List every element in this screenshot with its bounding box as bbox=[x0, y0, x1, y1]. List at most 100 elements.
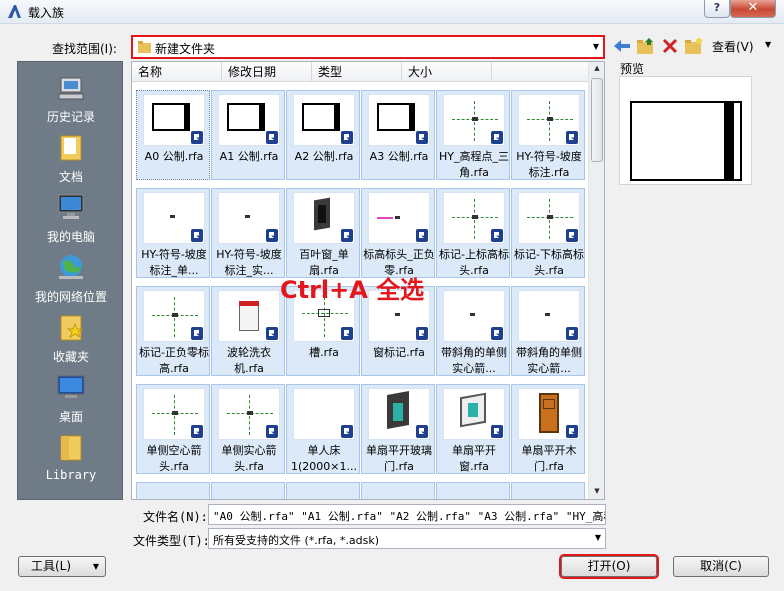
file-name: 带斜角的单侧实心箭... bbox=[516, 346, 582, 375]
chevron-down-icon: ▼ bbox=[594, 533, 601, 542]
file-item[interactable]: 单扇平开玻璃门.rfa bbox=[361, 384, 435, 474]
file-thumbnail bbox=[218, 290, 280, 342]
revit-family-icon bbox=[341, 131, 353, 144]
file-name: A1 公制.rfa bbox=[219, 150, 279, 163]
favorites-folder-icon bbox=[60, 315, 84, 341]
revit-family-icon bbox=[416, 327, 428, 340]
file-item[interactable]: 标记-上标高标头.rfa bbox=[436, 188, 510, 278]
file-item[interactable]: 带斜角的单侧实心箭... bbox=[436, 286, 510, 376]
file-item[interactable]: HY_高程点_三角.rfa bbox=[436, 90, 510, 180]
file-thumbnail bbox=[368, 192, 430, 244]
revit-family-icon bbox=[191, 229, 203, 242]
desktop-icon bbox=[57, 375, 85, 398]
open-button[interactable]: 打开(O) bbox=[559, 554, 659, 579]
file-thumbnail bbox=[518, 388, 580, 440]
file-item[interactable]: 单人床1(2000×1... bbox=[286, 384, 360, 474]
vertical-scrollbar[interactable]: ▲ ▼ bbox=[588, 62, 604, 499]
file-item[interactable]: A0 公制.rfa bbox=[136, 90, 210, 180]
file-item[interactable] bbox=[286, 482, 360, 499]
file-item[interactable]: 单侧实心箭头.rfa bbox=[211, 384, 285, 474]
file-item[interactable]: A2 公制.rfa bbox=[286, 90, 360, 180]
file-item[interactable]: 单扇平开木门.rfa bbox=[511, 384, 585, 474]
revit-family-icon bbox=[266, 131, 278, 144]
chevron-down-icon[interactable]: ▼ bbox=[765, 40, 771, 49]
preview-titleblock-strip bbox=[724, 101, 734, 181]
filename-label: 文件名(N): bbox=[143, 510, 208, 524]
file-thumbnail bbox=[518, 192, 580, 244]
column-modified[interactable]: 修改日期 bbox=[222, 62, 312, 82]
annotation-text: Ctrl+A 全选 bbox=[280, 276, 425, 304]
place-library[interactable]: Library bbox=[18, 428, 124, 488]
filename-input[interactable]: "A0 公制.rfa" "A1 公制.rfa" "A2 公制.rfa" "A3 … bbox=[208, 504, 606, 525]
file-item[interactable]: 标记-下标高标头.rfa bbox=[511, 188, 585, 278]
file-thumbnail bbox=[218, 388, 280, 440]
file-thumbnail bbox=[143, 290, 205, 342]
file-item[interactable]: 标记-正负零标高.rfa bbox=[136, 286, 210, 376]
file-item[interactable]: HY-符号-坡度标注_实... bbox=[211, 188, 285, 278]
file-item[interactable] bbox=[436, 482, 510, 499]
revit-family-icon bbox=[491, 229, 503, 242]
revit-family-icon bbox=[566, 327, 578, 340]
delete-icon[interactable] bbox=[660, 37, 680, 55]
file-item[interactable]: A1 公制.rfa bbox=[211, 90, 285, 180]
place-label: 文档 bbox=[58, 170, 83, 184]
revit-family-icon bbox=[341, 425, 353, 438]
file-thumbnail bbox=[293, 192, 355, 244]
file-thumbnail bbox=[518, 94, 580, 146]
view-menu-button[interactable]: 查看(V) bbox=[712, 38, 754, 55]
file-item[interactable]: 百叶窗_单扇.rfa bbox=[286, 188, 360, 278]
place-history[interactable]: 历史记录 bbox=[18, 68, 124, 128]
file-item[interactable]: 标高标头_正负零.rfa bbox=[361, 188, 435, 278]
file-name: 单扇平开木门.rfa bbox=[521, 444, 577, 473]
place-computer[interactable]: 我的电脑 bbox=[18, 188, 124, 248]
file-thumbnail bbox=[293, 388, 355, 440]
file-item[interactable] bbox=[511, 482, 585, 499]
file-name: HY-符号-坡度标注_实... bbox=[216, 248, 282, 277]
revit-family-icon bbox=[341, 327, 353, 340]
scroll-thumb[interactable] bbox=[591, 78, 603, 162]
up-folder-icon[interactable] bbox=[636, 37, 656, 55]
file-item[interactable] bbox=[136, 482, 210, 499]
tools-button[interactable]: 工具(L) ▼ bbox=[18, 556, 106, 577]
place-label: 收藏夹 bbox=[52, 350, 89, 364]
file-name: 标记-上标高标头.rfa bbox=[439, 248, 509, 277]
scroll-up-icon[interactable]: ▲ bbox=[589, 64, 604, 72]
file-item[interactable] bbox=[211, 482, 285, 499]
close-button[interactable]: ✕ bbox=[730, 0, 776, 18]
file-name: 标记-下标高标头.rfa bbox=[514, 248, 584, 277]
file-thumbnail bbox=[143, 192, 205, 244]
revit-family-icon bbox=[191, 425, 203, 438]
file-item[interactable]: HY-符号-坡度标注.rfa bbox=[511, 90, 585, 180]
file-item[interactable]: A3 公制.rfa bbox=[361, 90, 435, 180]
filetype-select[interactable]: 所有受支持的文件 (*.rfa, *.adsk) ▼ bbox=[208, 528, 606, 549]
lookin-combobox[interactable]: 新建文件夹 ▼ bbox=[131, 35, 605, 59]
back-arrow-icon[interactable] bbox=[612, 37, 632, 55]
file-item[interactable] bbox=[361, 482, 435, 499]
place-documents[interactable]: 文档 bbox=[18, 128, 124, 188]
new-folder-icon[interactable] bbox=[684, 37, 704, 55]
revit-family-icon bbox=[266, 327, 278, 340]
file-name: 带斜角的单侧实心箭... bbox=[441, 346, 507, 375]
file-thumbnail bbox=[368, 388, 430, 440]
network-globe-icon bbox=[59, 255, 83, 279]
place-network[interactable]: 我的网络位置 bbox=[18, 248, 124, 308]
revit-app-icon bbox=[8, 5, 21, 18]
place-desktop[interactable]: 桌面 bbox=[18, 368, 124, 428]
library-folder-icon bbox=[60, 435, 82, 461]
help-button[interactable]: ? bbox=[704, 0, 730, 18]
place-favorites[interactable]: 收藏夹 bbox=[18, 308, 124, 368]
scroll-down-icon[interactable]: ▼ bbox=[589, 487, 604, 495]
revit-family-icon bbox=[266, 425, 278, 438]
file-thumbnail bbox=[143, 388, 205, 440]
file-name: 单扇平开窗.rfa bbox=[452, 444, 496, 473]
file-thumbnail bbox=[218, 192, 280, 244]
file-item[interactable]: 波轮洗衣机.rfa bbox=[211, 286, 285, 376]
file-item[interactable]: 单扇平开窗.rfa bbox=[436, 384, 510, 474]
column-name[interactable]: 名称 bbox=[132, 62, 222, 82]
file-item[interactable]: HY-符号-坡度标注_单... bbox=[136, 188, 210, 278]
file-item[interactable]: 带斜角的单侧实心箭... bbox=[511, 286, 585, 376]
file-item[interactable]: 单侧空心箭头.rfa bbox=[136, 384, 210, 474]
column-type[interactable]: 类型 bbox=[312, 62, 402, 82]
column-size[interactable]: 大小 bbox=[402, 62, 492, 82]
cancel-button[interactable]: 取消(C) bbox=[673, 556, 769, 577]
